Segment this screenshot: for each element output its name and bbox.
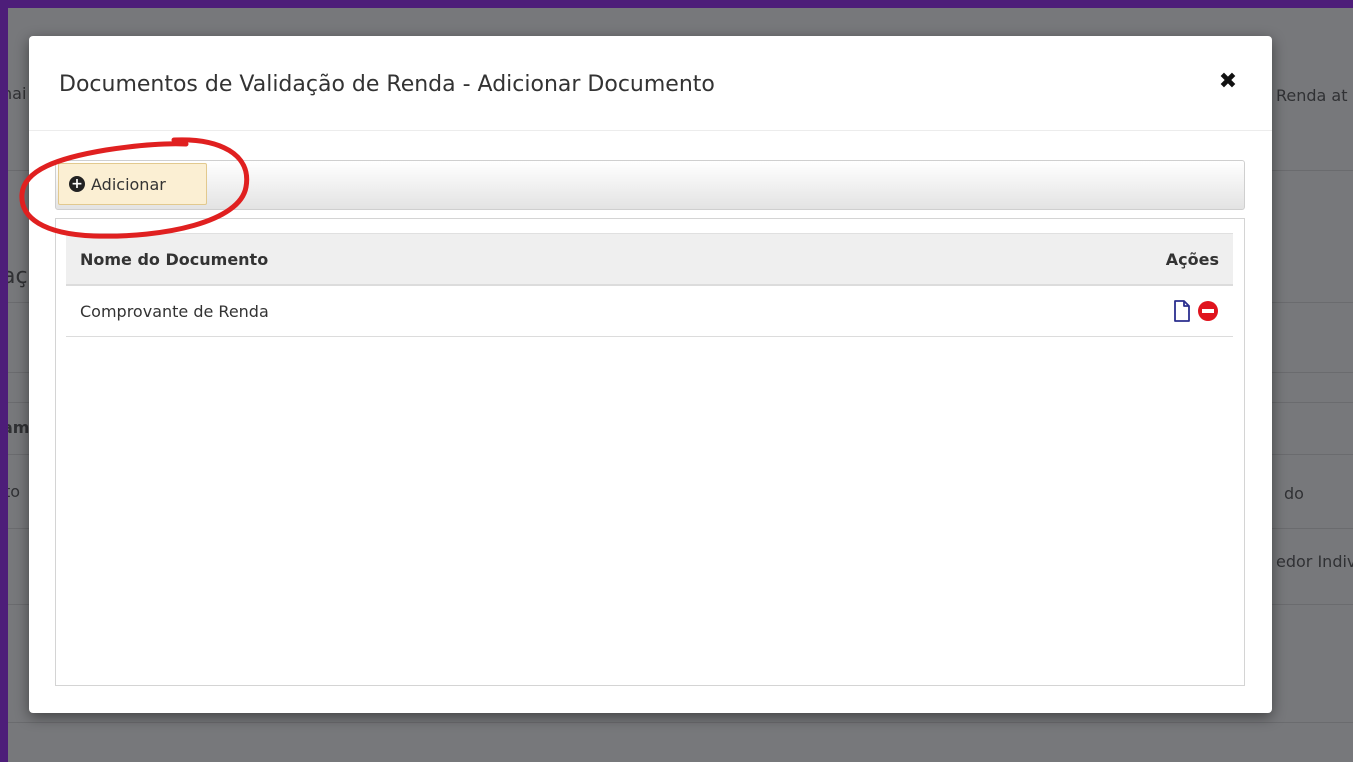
- file-outline-icon[interactable]: [1173, 300, 1191, 322]
- add-button[interactable]: + Adicionar: [58, 163, 207, 205]
- column-header-name: Nome do Documento: [80, 249, 269, 269]
- toolbar: + Adicionar: [55, 160, 1245, 210]
- bg-fragment-5: to: [8, 482, 21, 501]
- add-button-label: Adicionar: [91, 174, 166, 194]
- document-name-cell: Comprovante de Renda: [80, 301, 269, 321]
- table-header: Nome do Documento Ações: [66, 233, 1233, 286]
- column-header-actions: Ações: [1165, 249, 1219, 269]
- minus-circle-icon[interactable]: [1197, 300, 1219, 322]
- bg-fragment-1: nai: [8, 84, 27, 103]
- add-document-modal: Documentos de Validação de Renda - Adici…: [29, 36, 1272, 713]
- documents-table: Nome do Documento Ações Comprovante de R…: [66, 233, 1233, 337]
- modal-title: Documentos de Validação de Renda - Adici…: [59, 72, 715, 97]
- actions-cell: [1099, 300, 1233, 322]
- bg-fragment-2: Renda at: [1276, 86, 1348, 105]
- plus-circle-icon: +: [69, 176, 85, 192]
- bg-fragment-4: am: [8, 418, 30, 437]
- table-row: Comprovante de Renda: [66, 286, 1233, 337]
- bg-divider: [8, 722, 1353, 723]
- modal-header: Documentos de Validação de Renda - Adici…: [29, 36, 1272, 131]
- bg-fragment-3: aç: [8, 264, 28, 289]
- documents-grid: Nome do Documento Ações Comprovante de R…: [55, 218, 1245, 686]
- bg-fragment-6: do: [1284, 484, 1304, 503]
- close-icon[interactable]: ✖: [1216, 69, 1240, 93]
- bg-fragment-7: edor Indiv: [1276, 552, 1353, 571]
